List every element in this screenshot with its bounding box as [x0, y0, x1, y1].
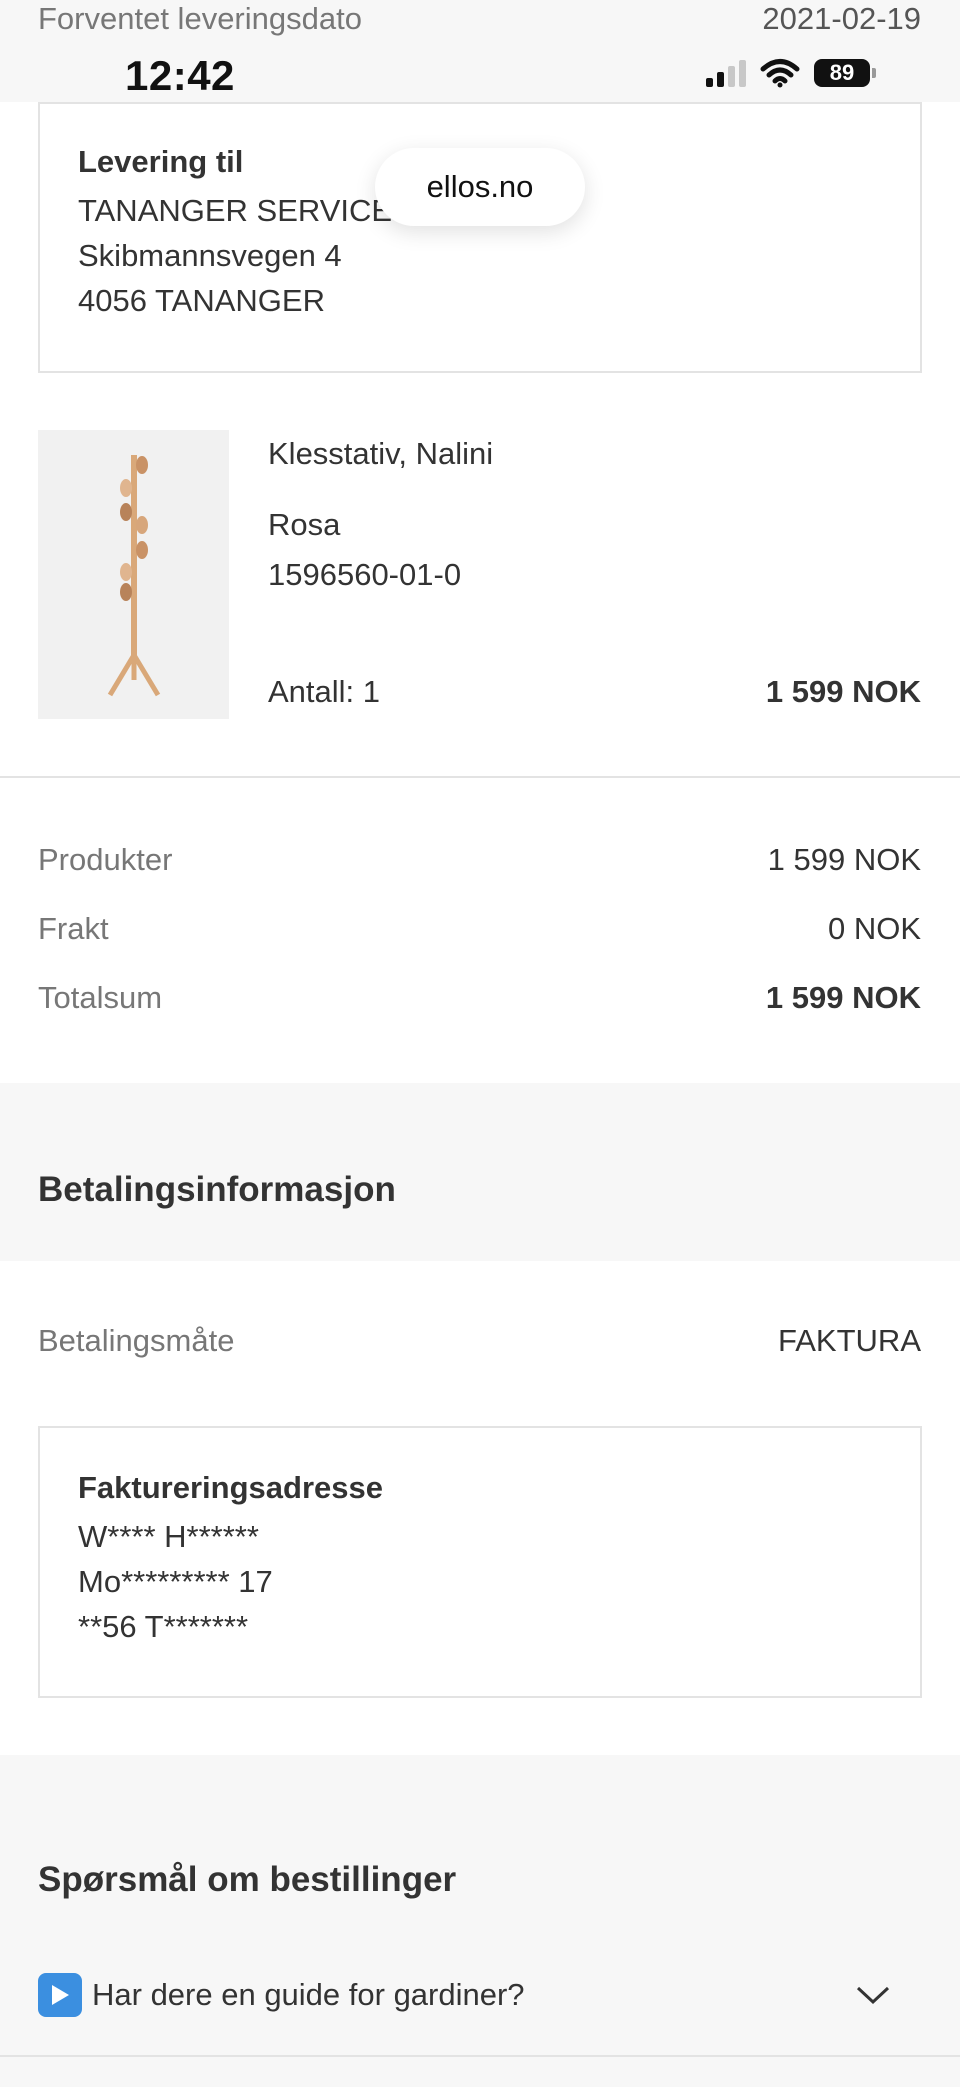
divider	[0, 2055, 960, 2057]
wifi-icon	[760, 59, 800, 88]
summary-label: Produkter	[38, 842, 173, 877]
battery-level: 89	[814, 59, 870, 87]
product-name[interactable]: Klesstativ, Nalini	[268, 436, 493, 472]
summary-label: Totalsum	[38, 980, 163, 1015]
status-time: 12:42	[125, 52, 235, 99]
billing-address-line: W**** H******	[78, 1519, 259, 1554]
shipping-address-line: Skibmannsvegen 4	[78, 238, 342, 273]
coat-rack-image	[107, 455, 161, 697]
delivery-date-label: Forventet leveringsdato	[38, 1, 362, 36]
payment-method-label: Betalingsmåte	[38, 1323, 235, 1358]
summary-label: Frakt	[38, 911, 109, 946]
billing-address-box: Faktureringsadresse W**** H****** Mo****…	[38, 1426, 922, 1698]
billing-address-line: Mo********* 17	[78, 1564, 273, 1599]
product-quantity: Antall: 1	[268, 674, 381, 709]
url-pill[interactable]: ellos.no	[375, 148, 585, 226]
faq-section: Spørsmål om bestillinger Har dere en gui…	[0, 1755, 960, 2087]
delivery-date-row: Forventet leveringsdato 2021-02-19	[38, 0, 921, 38]
faq-heading: Spørsmål om bestillinger	[38, 1860, 457, 1899]
delivery-date-value: 2021-02-19	[762, 1, 921, 36]
play-button-icon	[38, 1973, 82, 2017]
billing-address-line: **56 T*******	[78, 1609, 249, 1644]
product-sku: 1596560-01-0	[268, 557, 462, 592]
battery-icon: 89	[814, 59, 876, 87]
summary-row: Frakt 0 NOK	[38, 911, 921, 947]
payment-method-row: Betalingsmåte FAKTURA	[38, 1323, 921, 1359]
billing-address-heading: Faktureringsadresse	[78, 1470, 383, 1505]
faq-question: Har dere en guide for gardiner?	[92, 1977, 525, 2012]
status-icons: 89	[706, 58, 876, 88]
product-price: 1 599 NOK	[765, 674, 921, 709]
chevron-down-icon[interactable]	[855, 1984, 891, 2006]
product-image[interactable]	[38, 430, 229, 719]
summary-value: 0 NOK	[827, 911, 921, 946]
shipping-address-line: 4056 TANANGER	[78, 283, 325, 318]
faq-item[interactable]: Har dere en guide for gardiner?	[38, 1965, 921, 2025]
summary-value: 1 599 NOK	[767, 842, 921, 877]
payment-section-header: Betalingsinformasjon	[0, 1083, 960, 1261]
summary-total-value: 1 599 NOK	[765, 980, 921, 1015]
payment-method-value: FAKTURA	[778, 1323, 921, 1358]
summary-row-total: Totalsum 1 599 NOK	[38, 980, 921, 1016]
divider	[0, 776, 960, 778]
cellular-signal-icon	[706, 59, 746, 87]
payment-heading: Betalingsinformasjon	[38, 1170, 396, 1209]
shipping-address-box: Levering til TANANGER SERVICE SENTER Ski…	[38, 102, 922, 373]
product-color: Rosa	[268, 507, 341, 542]
summary-row: Produkter 1 599 NOK	[38, 842, 921, 878]
top-header: Forventet leveringsdato 2021-02-19 12:42…	[0, 0, 960, 102]
